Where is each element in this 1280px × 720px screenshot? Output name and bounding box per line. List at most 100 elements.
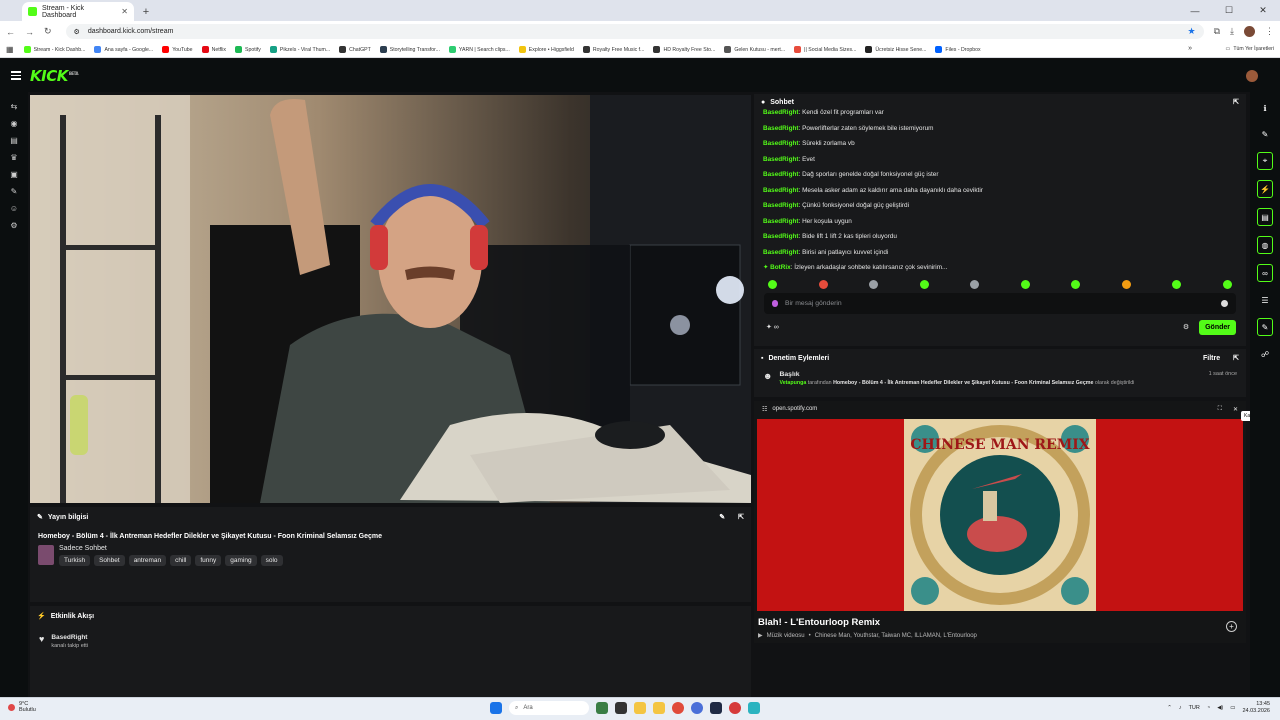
bookmark-item[interactable]: Explore • Higgsfield <box>518 46 574 53</box>
bookmark-item[interactable]: Gelen Kutusu - mert... <box>724 46 785 53</box>
chat-username[interactable]: BasedRight <box>763 218 799 225</box>
bookmark-item[interactable]: YARN | Search clips... <box>448 46 510 53</box>
trophy-icon[interactable]: ♛ <box>10 153 19 162</box>
bookmark-item[interactable]: Storytelling Transfor... <box>379 46 440 53</box>
minimize-button[interactable]: — <box>1178 0 1212 21</box>
bookmark-item[interactable]: YouTube <box>162 46 193 53</box>
emote-icon[interactable] <box>869 279 879 289</box>
maximize-button[interactable]: ☐ <box>1212 0 1246 21</box>
analytics-icon[interactable]: ▤ <box>10 136 19 145</box>
community-icon[interactable]: ☺ <box>10 204 19 213</box>
folder-icon[interactable] <box>653 702 665 714</box>
emote-icon[interactable] <box>1222 279 1232 289</box>
tag-chip[interactable]: antreman <box>128 555 167 566</box>
mic-tray-icon[interactable]: ♪ <box>1179 705 1182 711</box>
file-explorer-icon[interactable] <box>634 702 646 714</box>
emote-icon[interactable] <box>970 279 980 289</box>
layout-icon[interactable]: ▣ <box>10 170 19 179</box>
activity-user[interactable]: BasedRight <box>51 634 87 641</box>
emote-icon[interactable] <box>818 279 828 289</box>
bookmark-item[interactable]: Stream - Kick Dashb... <box>23 46 85 53</box>
bookmark-item[interactable]: Royalty Free Music f... <box>582 46 644 53</box>
bookmark-star-icon[interactable]: ★ <box>1188 26 1196 37</box>
database-icon[interactable]: ☰ <box>1258 292 1272 308</box>
emote-icon[interactable] <box>1071 279 1081 289</box>
taskbar-search[interactable]: ⌕ Ara <box>509 701 589 715</box>
bookmark-item[interactable]: Ana sayfa - Google... <box>94 46 153 53</box>
url-bar[interactable]: ⚙ dashboard.kick.com/stream ★ <box>65 24 1204 39</box>
camera-action-icon[interactable]: ⌖ <box>1257 152 1273 170</box>
tools-icon[interactable]: ✎ <box>10 187 19 196</box>
embed-close-icon[interactable]: ✕ <box>1233 406 1238 413</box>
info-icon[interactable]: ℹ <box>1258 100 1272 116</box>
edit-icon[interactable]: ✎ <box>719 513 725 521</box>
clock[interactable]: 13:45 24.03.2026 <box>1242 701 1270 715</box>
tag-chip[interactable]: gaming <box>225 555 257 566</box>
tag-chip[interactable]: funny <box>195 555 222 566</box>
kick-logo[interactable]: KICKBETA <box>30 67 79 85</box>
emote-icon[interactable] <box>919 279 929 289</box>
lightning-action-icon[interactable]: ⚡ <box>1257 180 1273 198</box>
chat-username[interactable]: BasedRight <box>763 249 799 256</box>
bookmark-item[interactable]: || Social Media Sizes... <box>794 46 856 53</box>
terminal-icon[interactable] <box>710 702 722 714</box>
add-icon[interactable]: + <box>1226 621 1237 632</box>
profile-icon[interactable] <box>1244 26 1255 37</box>
apps-icon[interactable]: ▦ <box>6 45 14 54</box>
site-info-icon[interactable]: ⚙ <box>74 28 80 36</box>
chat-popout-icon[interactable]: ⇱ <box>1233 98 1239 106</box>
chat-username[interactable]: BotRix <box>770 264 791 271</box>
reload-icon[interactable]: ↻ <box>44 26 52 37</box>
emote-icon[interactable] <box>1020 279 1030 289</box>
clipboard-action-icon[interactable]: ▤ <box>1257 208 1273 226</box>
tag-chip[interactable]: solo <box>260 555 283 566</box>
message-action-icon[interactable]: ◍ <box>1257 236 1273 254</box>
chat-username[interactable]: BasedRight <box>763 125 799 132</box>
track-artists[interactable]: Chinese Man, Youthstar, Taiwan MC, ILLAM… <box>815 633 977 639</box>
link-action-icon[interactable]: ∞ <box>1257 264 1273 282</box>
bookmark-item[interactable]: Netflix <box>201 46 226 53</box>
chrome-icon[interactable] <box>672 702 684 714</box>
wrench-action-icon[interactable]: ✎ <box>1257 318 1273 336</box>
emote-icon[interactable] <box>768 279 777 289</box>
app-icon-blue[interactable] <box>691 702 703 714</box>
chat-settings-icon[interactable]: ⚙ <box>1183 323 1189 331</box>
more-bookmarks-icon[interactable]: » <box>1188 45 1192 52</box>
emote-icon[interactable] <box>1172 279 1182 289</box>
moderation-popout-icon[interactable]: ⇱ <box>1233 354 1239 362</box>
bookmark-item[interactable]: Ücretsiz Hisse Sene... <box>865 46 926 53</box>
tray-chevron-icon[interactable]: ⌃ <box>1167 705 1172 711</box>
chat-username[interactable]: BasedRight <box>763 233 799 240</box>
menu-icon[interactable]: ⋮ <box>1265 26 1274 37</box>
app-icon-red[interactable] <box>729 702 741 714</box>
chat-username[interactable]: BasedRight <box>763 156 799 163</box>
stream-icon[interactable]: ⇆ <box>10 102 19 111</box>
tag-chip[interactable]: Turkish <box>59 555 91 566</box>
chat-username[interactable]: BasedRight <box>763 171 799 178</box>
all-bookmarks[interactable]: ▭ Tüm Yer İşaretleri <box>1225 46 1274 52</box>
downloads-icon[interactable]: ⤓ <box>1230 26 1234 37</box>
bookmark-item[interactable]: Files - Dropbox <box>935 46 981 53</box>
start-icon[interactable] <box>490 702 502 714</box>
chat-username[interactable]: BasedRight <box>763 187 799 194</box>
stream-video-preview[interactable] <box>30 95 751 503</box>
extensions-icon[interactable]: ⧉ <box>1214 26 1220 37</box>
weather-widget[interactable]: 9°C Bulutlu <box>8 701 36 713</box>
volume-icon[interactable]: ◀) <box>1217 705 1223 711</box>
group-icon[interactable]: ☍ <box>1258 346 1272 362</box>
tag-chip[interactable]: chill <box>170 555 192 566</box>
task-view-icon[interactable] <box>615 702 627 714</box>
microphone-icon[interactable] <box>772 299 778 307</box>
battery-icon[interactable]: ▭ <box>1230 705 1235 711</box>
points-icon[interactable]: ✦ ∞ <box>766 323 779 331</box>
chat-username[interactable]: BasedRight <box>763 109 799 116</box>
filter-button[interactable]: Filtre <box>1203 355 1220 362</box>
settings-icon[interactable]: ⚙ <box>10 221 19 230</box>
feed-icon[interactable]: ◉ <box>10 119 19 128</box>
notepad-icon[interactable] <box>748 702 760 714</box>
tag-chip[interactable]: Sohbet <box>94 555 125 566</box>
forward-icon[interactable]: → <box>25 27 34 37</box>
chat-username[interactable]: BasedRight <box>763 202 799 209</box>
new-tab-button[interactable]: + <box>138 2 154 21</box>
embed-expand-icon[interactable]: ⛶ <box>1218 406 1222 413</box>
